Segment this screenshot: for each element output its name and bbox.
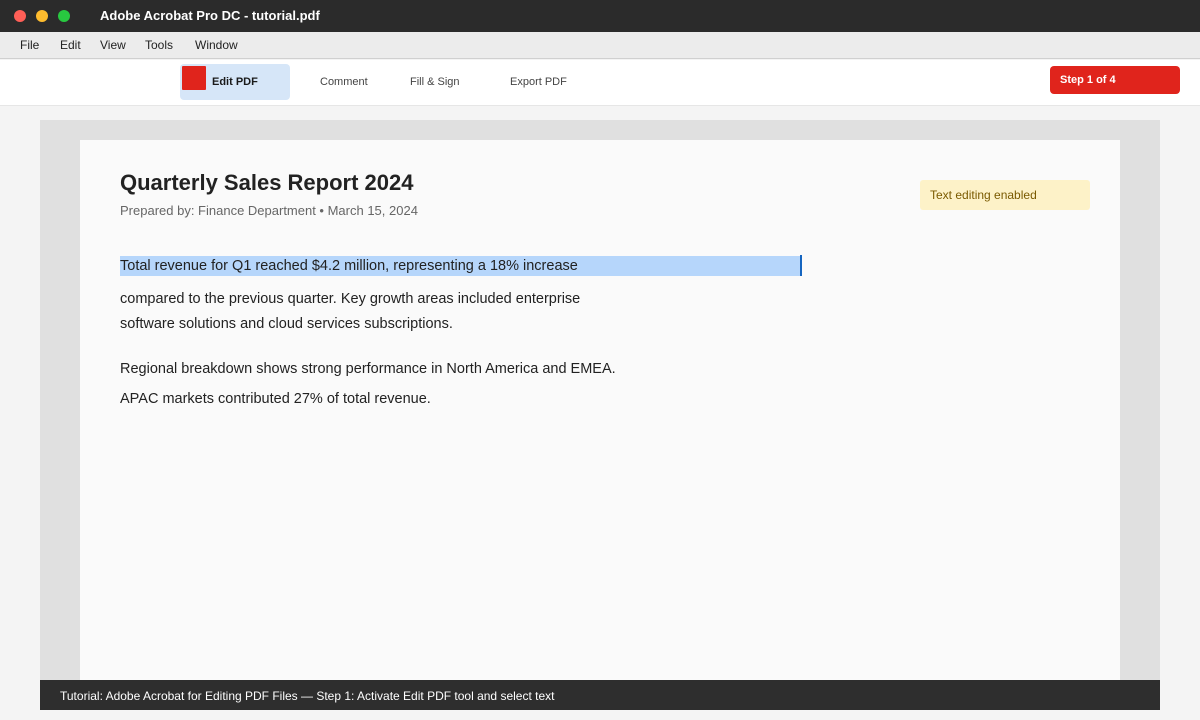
tools-toolbar: Edit PDF Comment Fill & Sign Export PDF … xyxy=(0,60,1200,106)
fill-sign-tool-button[interactable]: Fill & Sign xyxy=(400,64,490,100)
export-pdf-label: Export PDF xyxy=(510,76,567,88)
export-pdf-tool-button[interactable]: Export PDF xyxy=(500,64,590,100)
selected-text-line[interactable]: Total revenue for Q1 reached $4.2 millio… xyxy=(120,258,578,274)
window-title: Adobe Acrobat Pro DC - tutorial.pdf xyxy=(100,8,320,23)
title-bar: Adobe Acrobat Pro DC - tutorial.pdf xyxy=(0,0,1200,32)
tutorial-caption-bar: Tutorial: Adobe Acrobat for Editing PDF … xyxy=(40,680,1160,710)
tutorial-caption-text: Tutorial: Adobe Acrobat for Editing PDF … xyxy=(60,689,555,703)
minimize-window-button[interactable] xyxy=(36,10,48,22)
menu-bar: File Edit View Tools Window xyxy=(0,32,1200,59)
menu-view[interactable]: View xyxy=(100,38,126,52)
edit-pdf-icon xyxy=(182,66,206,90)
paragraph-line[interactable]: APAC markets contributed 27% of total re… xyxy=(120,391,431,407)
document-title[interactable]: Quarterly Sales Report 2024 xyxy=(120,170,413,196)
document-workspace[interactable]: Quarterly Sales Report 2024 Prepared by:… xyxy=(40,120,1160,710)
close-window-button[interactable] xyxy=(14,10,26,22)
menu-window[interactable]: Window xyxy=(195,38,238,52)
paragraph-line[interactable]: Regional breakdown shows strong performa… xyxy=(120,361,616,377)
paragraph-line[interactable]: software solutions and cloud services su… xyxy=(120,316,453,332)
comment-tool-button[interactable]: Comment xyxy=(310,64,390,100)
text-editing-notice: Text editing enabled xyxy=(920,180,1090,210)
pdf-page[interactable]: Quarterly Sales Report 2024 Prepared by:… xyxy=(80,140,1120,710)
step-indicator-badge: Step 1 of 4 xyxy=(1050,66,1180,94)
fill-sign-label: Fill & Sign xyxy=(410,76,460,88)
text-cursor xyxy=(800,255,802,276)
text-editing-notice-text: Text editing enabled xyxy=(930,188,1037,202)
paragraph-line[interactable]: compared to the previous quarter. Key gr… xyxy=(120,291,580,307)
step-indicator-text: Step 1 of 4 xyxy=(1060,74,1116,86)
menu-file[interactable]: File xyxy=(20,38,39,52)
maximize-window-button[interactable] xyxy=(58,10,70,22)
edit-pdf-label: Edit PDF xyxy=(212,76,258,88)
comment-label: Comment xyxy=(320,76,368,88)
menu-tools[interactable]: Tools xyxy=(145,38,173,52)
menu-edit[interactable]: Edit xyxy=(60,38,81,52)
document-subtitle[interactable]: Prepared by: Finance Department • March … xyxy=(120,203,418,218)
edit-pdf-tool-button[interactable]: Edit PDF xyxy=(180,64,290,100)
